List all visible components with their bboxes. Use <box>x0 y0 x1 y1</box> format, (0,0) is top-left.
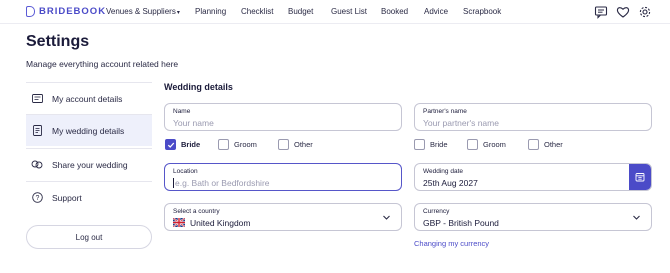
name-role-other[interactable]: Other <box>278 139 313 150</box>
checkbox-label: Bride <box>430 140 448 149</box>
sidebar-item-support[interactable]: ? Support <box>26 181 152 213</box>
currency-select[interactable]: Currency GBP - British Pound <box>414 203 652 231</box>
location-field[interactable]: Location e.g. Bath or Bedfordshire <box>164 163 402 191</box>
checkbox[interactable] <box>467 139 478 150</box>
heart-icon[interactable] <box>616 5 630 19</box>
nav-item-booked[interactable]: Booked <box>381 7 408 16</box>
nav-item-label: Venues & Suppliers <box>106 7 176 16</box>
sidebar-item-label: My wedding details <box>52 125 125 136</box>
location-placeholder: e.g. Bath or Bedfordshire <box>175 178 270 188</box>
document-icon <box>31 125 43 137</box>
sidebar-item-wedding-details[interactable]: My wedding details <box>26 114 152 146</box>
chevron-down-icon <box>383 215 390 220</box>
page-subtitle: Manage everything account related here <box>26 59 179 69</box>
name-placeholder: Your name <box>173 118 214 128</box>
name-role-bride[interactable]: Bride <box>165 139 200 150</box>
svg-text:?: ? <box>35 195 39 202</box>
uk-flag-icon <box>173 218 185 227</box>
sidebar-item-account-details[interactable]: My account details <box>26 82 152 114</box>
checkbox-checked[interactable] <box>165 139 176 150</box>
page-title: Settings <box>26 33 90 50</box>
sidebar-item-label: My account details <box>52 93 123 104</box>
chevron-down-icon <box>633 215 640 220</box>
country-select[interactable]: Select a country United Kingdom <box>164 203 402 231</box>
sidebar-item-label: Share your wedding <box>52 159 128 170</box>
checkbox[interactable] <box>414 139 425 150</box>
logo-mark-icon <box>26 6 35 17</box>
checkbox[interactable] <box>218 139 229 150</box>
nav-item-planning[interactable]: Planning <box>195 7 226 16</box>
logout-button[interactable]: Log out <box>26 225 152 249</box>
sidebar-item-label: Support <box>52 192 82 203</box>
change-currency-link[interactable]: Changing my currency <box>414 239 489 248</box>
wedding-date-value: 25th Aug 2027 <box>423 178 478 188</box>
wedding-date-label: Wedding date <box>423 168 463 175</box>
name-field[interactable]: Name Your name <box>164 103 402 131</box>
caret-down-icon: ▾ <box>176 10 180 16</box>
partner-role-bride[interactable]: Bride <box>414 139 448 150</box>
checkbox-label: Other <box>294 140 313 149</box>
location-field-label: Location <box>173 168 198 175</box>
text-cursor <box>173 178 174 188</box>
calendar-icon <box>635 173 645 182</box>
nav-item-guest-list[interactable]: Guest List <box>331 7 367 16</box>
name-field-label: Name <box>173 108 191 115</box>
checkbox-label: Groom <box>234 140 257 149</box>
partner-role-groom[interactable]: Groom <box>467 139 506 150</box>
messages-icon[interactable] <box>594 5 608 19</box>
brand-logo[interactable]: BRIDEBOOK <box>26 6 106 17</box>
check-icon <box>167 142 174 148</box>
checkbox[interactable] <box>528 139 539 150</box>
nav-item-scrapbook[interactable]: Scrapbook <box>463 7 501 16</box>
partner-name-field-label: Partner's name <box>423 108 467 115</box>
partner-role-other[interactable]: Other <box>528 139 563 150</box>
section-title: Wedding details <box>164 82 233 92</box>
nav-item-checklist[interactable]: Checklist <box>241 7 273 16</box>
name-role-groom[interactable]: Groom <box>218 139 257 150</box>
sidebar-item-share-wedding[interactable]: Share your wedding <box>26 148 152 180</box>
nav-item-advice[interactable]: Advice <box>424 7 448 16</box>
gear-icon[interactable] <box>638 5 652 19</box>
question-icon: ? <box>31 192 43 204</box>
wedding-date-field[interactable]: Wedding date 25th Aug 2027 <box>414 163 652 191</box>
country-select-label: Select a country <box>173 208 220 215</box>
country-value: United Kingdom <box>190 218 251 228</box>
checkbox-label: Groom <box>483 140 506 149</box>
partner-name-field[interactable]: Partner's name Your partner's name <box>414 103 652 131</box>
id-card-icon <box>31 93 43 105</box>
brand-name: BRIDEBOOK <box>39 6 107 17</box>
checkbox-label: Bride <box>181 140 201 149</box>
nav-item-budget[interactable]: Budget <box>288 7 313 16</box>
nav-item-venues-suppliers[interactable]: Venues & Suppliers▾ <box>106 7 180 16</box>
calendar-button[interactable] <box>629 164 651 190</box>
share-icon <box>31 159 43 171</box>
checkbox-label: Other <box>544 140 563 149</box>
top-navigation: BRIDEBOOK Venues & Suppliers▾ Planning C… <box>0 0 670 24</box>
partner-name-placeholder: Your partner's name <box>423 118 499 128</box>
currency-select-label: Currency <box>423 208 450 215</box>
checkbox[interactable] <box>278 139 289 150</box>
currency-value: GBP - British Pound <box>423 218 499 228</box>
